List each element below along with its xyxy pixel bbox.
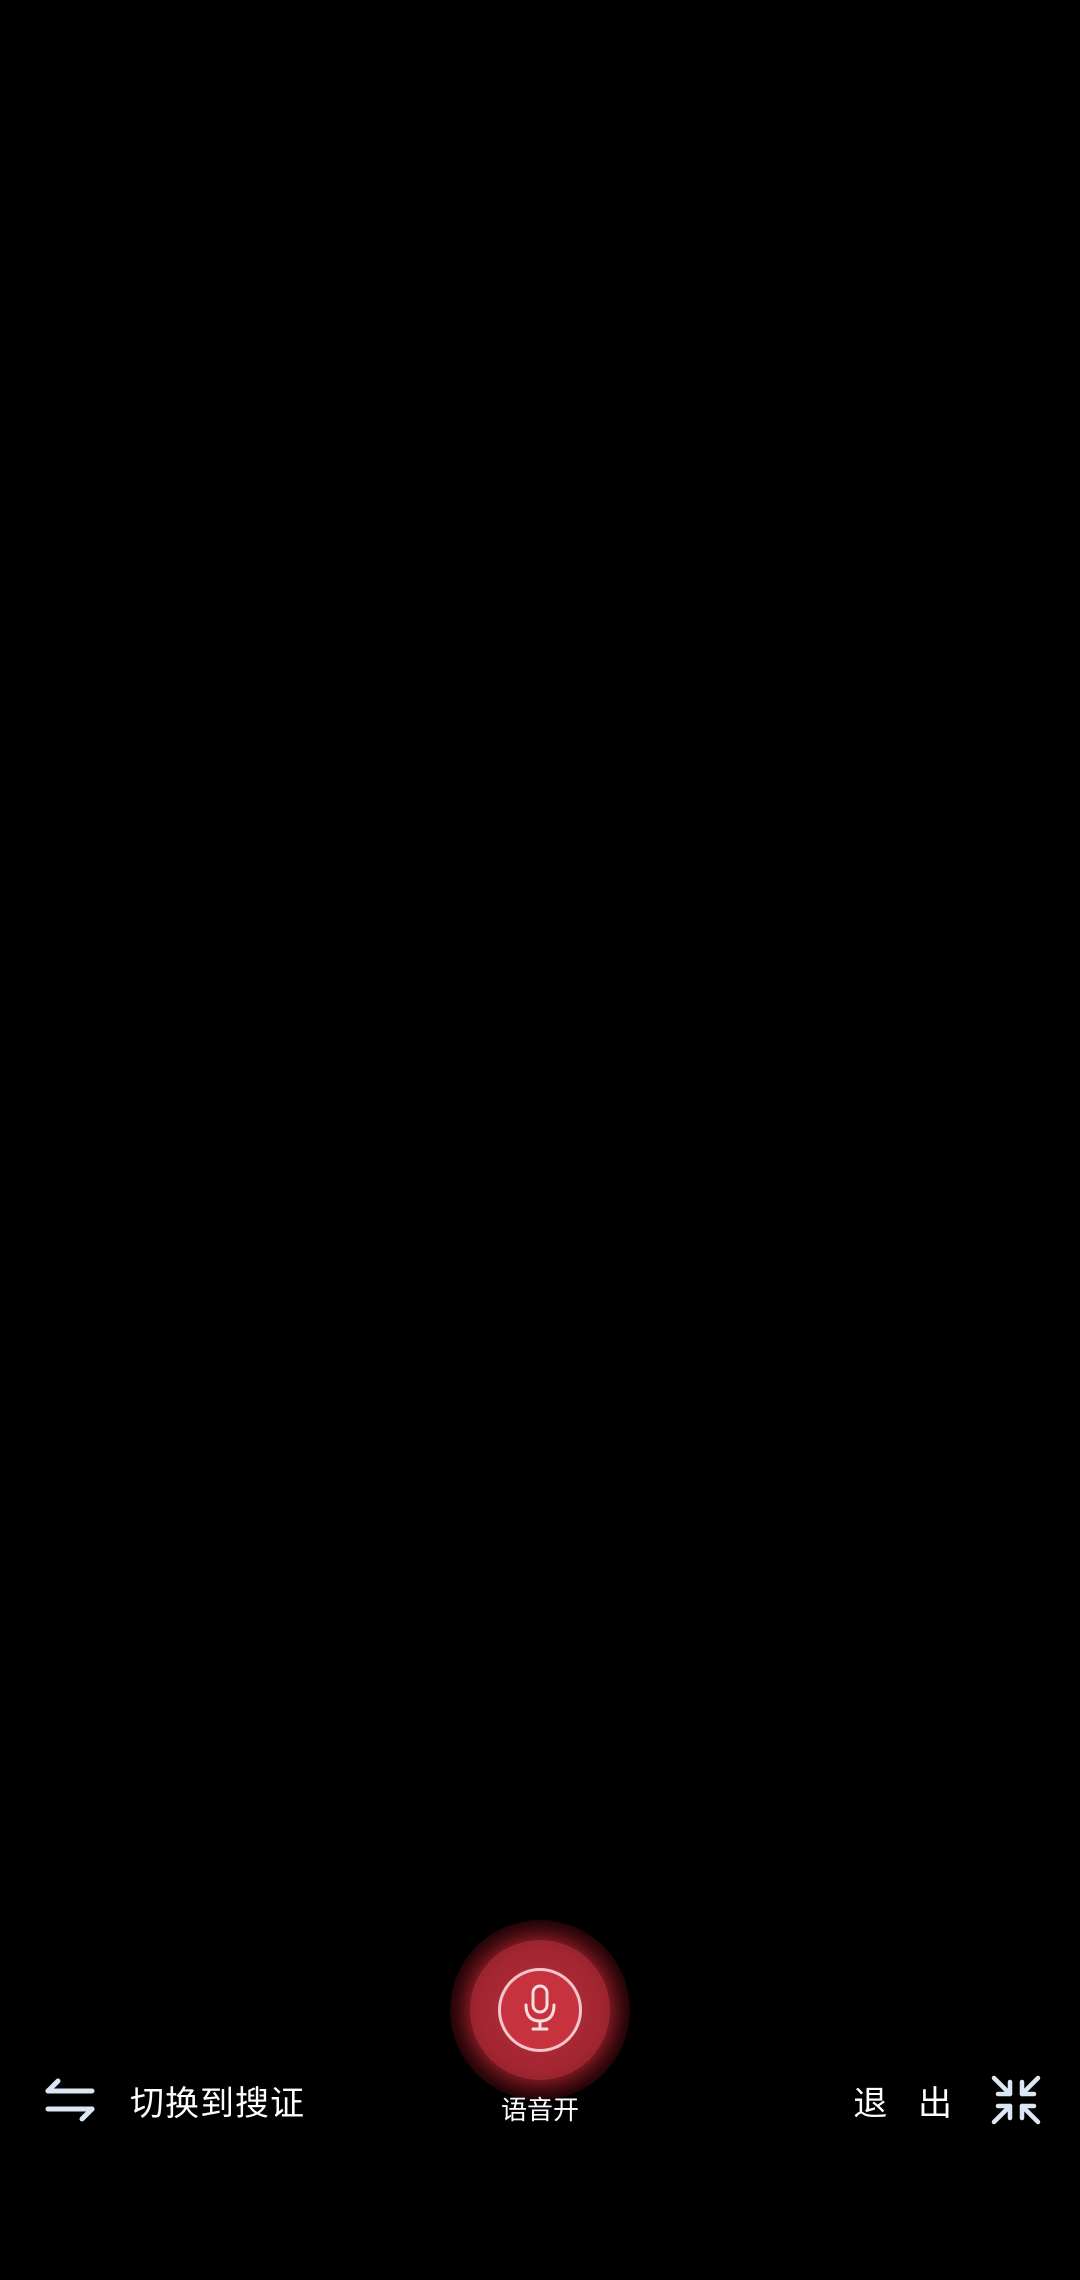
voice-button[interactable] <box>498 1968 582 2052</box>
microphone-icon <box>520 1983 560 2037</box>
swap-arrows-icon <box>40 2070 100 2130</box>
voice-label: 语音开 <box>500 2096 579 2126</box>
switch-to-search-label: 切换到搜证 <box>130 2083 305 2124</box>
game-screen: 切换到搜证 语音开 退 出 <box>0 0 1080 2280</box>
switch-to-search-button[interactable]: 切换到搜证 <box>40 2062 305 2138</box>
exit-label: 退 出 <box>853 2083 962 2124</box>
bottom-control-bar: 切换到搜证 语音开 退 出 <box>0 1920 1080 2140</box>
exit-button[interactable]: 退 出 <box>853 2062 1044 2138</box>
voice-toggle: 语音开 <box>450 1920 630 2140</box>
collapse-arrows-icon <box>988 2072 1044 2128</box>
